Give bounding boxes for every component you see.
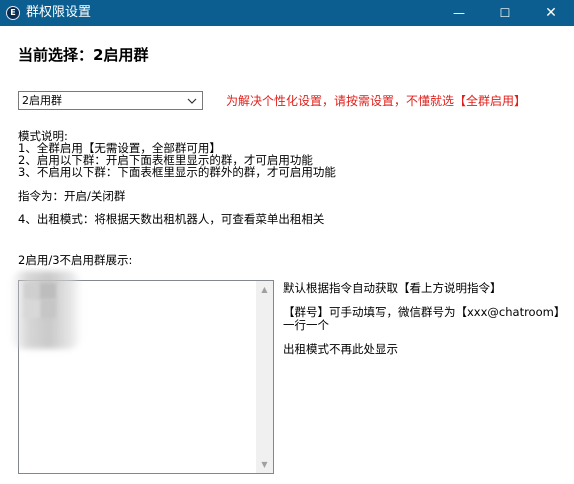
current-selection-title: 当前选择：2启用群 — [18, 46, 149, 64]
maximize-button[interactable]: ☐ — [482, 0, 528, 26]
mode-select[interactable]: 2启用群 — [18, 91, 203, 110]
app-logo-icon: E — [6, 6, 20, 20]
blurred-block — [40, 283, 56, 299]
window-title: 群权限设置 — [26, 5, 92, 20]
note-manual-entry: 【群号】可手动填写，微信群号为【xxx@chatroom】 — [283, 305, 566, 319]
note-one-per-line: 一行一个 — [283, 318, 329, 332]
note-rental-mode: 出租模式不再此处显示 — [283, 342, 398, 356]
blurred-block — [24, 300, 40, 318]
note-auto-fetch: 默认根据指令自动获取【看上方说明指令】 — [283, 281, 502, 295]
blurred-block — [24, 283, 40, 299]
vertical-scrollbar[interactable]: ▲ ▼ — [256, 281, 273, 473]
minimize-button[interactable]: — — [436, 0, 482, 26]
mode-description-line-4: 4、出租模式：将根据天数出租机器人，可查看菜单出租相关 — [18, 212, 325, 226]
hint-text: 为解决个性化设置，请按需设置，不懂就选【全群启用】 — [226, 94, 527, 108]
command-text: 指令为：开启/关闭群 — [18, 189, 126, 203]
blurred-block — [40, 300, 56, 318]
scroll-up-arrow-icon[interactable]: ▲ — [256, 281, 273, 298]
chevron-down-icon[interactable] — [184, 92, 200, 109]
group-list-label: 2启用/3不启用群展示: — [18, 253, 133, 267]
scroll-down-arrow-icon[interactable]: ▼ — [256, 456, 273, 473]
close-button[interactable]: ✕ — [528, 0, 574, 26]
mode-select-value: 2启用群 — [22, 94, 62, 107]
mode-description-line-3: 3、不启用以下群：下面表框里显示的群外的群，才可启用功能 — [18, 165, 336, 179]
title-bar: E 群权限设置 — ☐ ✕ — [0, 0, 574, 26]
